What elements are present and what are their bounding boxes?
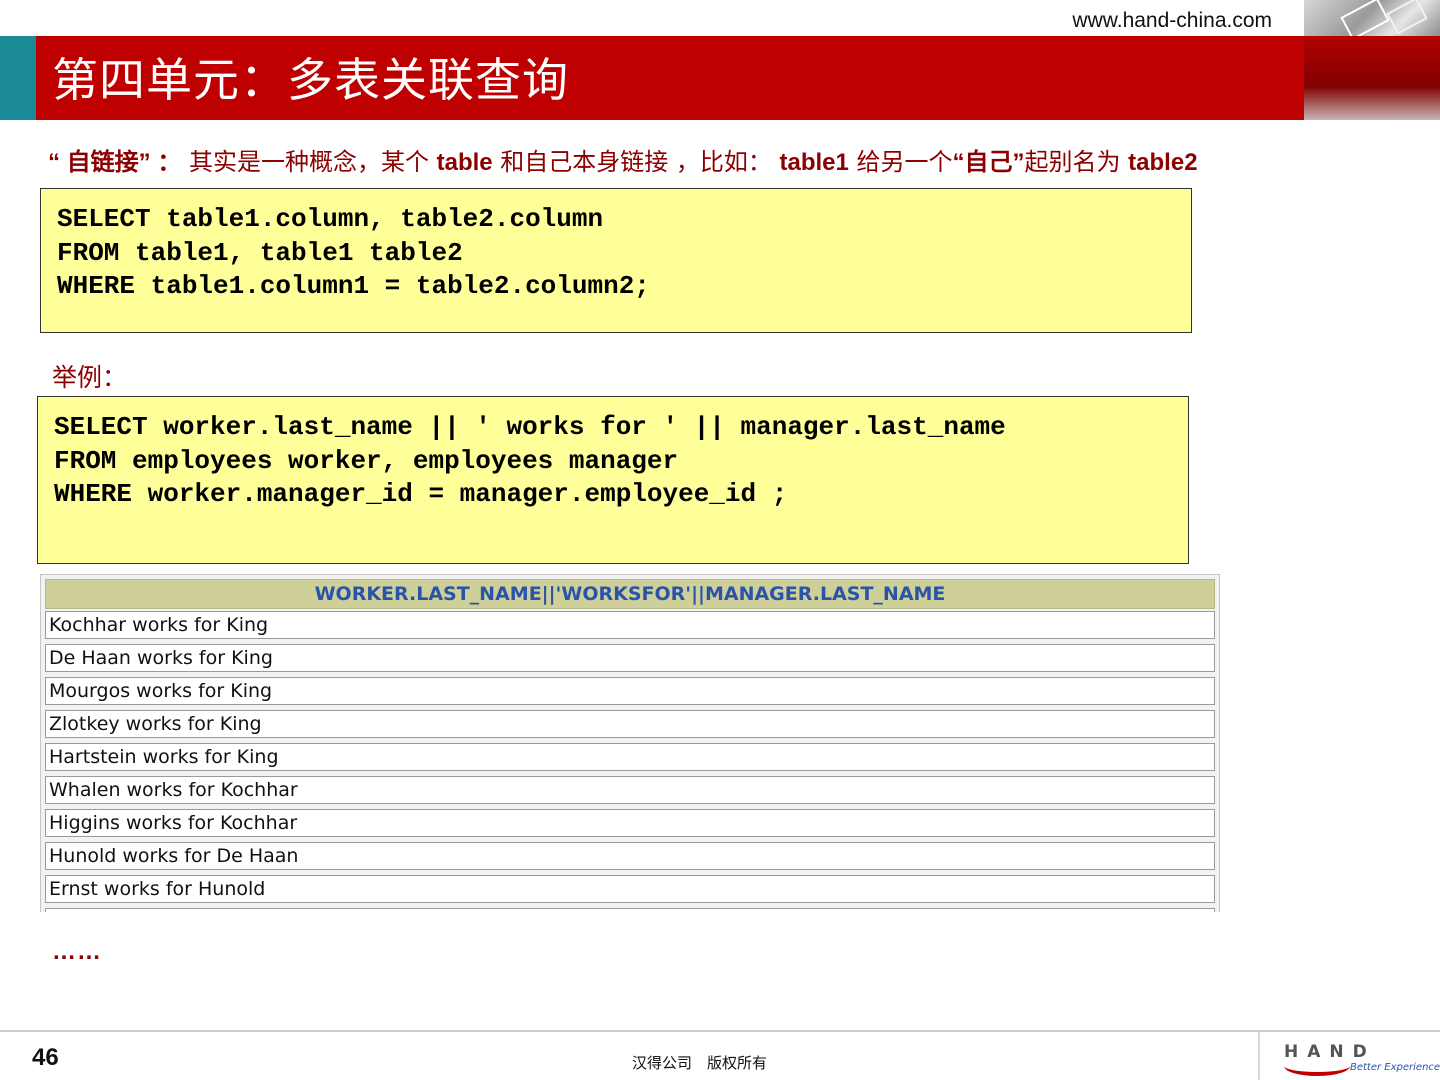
website-url: www.hand-china.com (1072, 9, 1272, 32)
logo-tagline: Better Experience (1350, 1062, 1440, 1073)
continuation-ellipsis: …… (52, 938, 102, 965)
footer-divider (0, 1030, 1440, 1032)
slide-title: 第四单元：多表关联查询 (52, 53, 569, 107)
table-row: Mourgos works for King (45, 677, 1215, 705)
copyright-notice: 汉得公司 版权所有 (632, 1054, 768, 1072)
hand-logo: HAND Better Experience (1280, 1040, 1440, 1076)
table-row: Whalen works for Kochhar (45, 776, 1215, 804)
code-line: SELECT table1.column, table2.column (57, 204, 604, 234)
table-row: Ernst works for Hunold (45, 875, 1215, 903)
intro-paragraph: “ 自链接” ： 其实是一种概念，某个 table 和自己本身链接 ，比如： t… (48, 148, 1198, 176)
code-line: WHERE table1.column1 = table2.column2; (57, 271, 650, 301)
code-line: WHERE worker.manager_id = manager.employ… (54, 479, 788, 509)
example-label: 举例： (52, 363, 128, 392)
table-row: Kochhar works for King (45, 611, 1215, 639)
table-row: De Haan works for King (45, 644, 1215, 672)
code-line: FROM employees worker, employees manager (54, 445, 679, 476)
result-column-header: WORKER.LAST_NAME||'WORKSFOR'||MANAGER.LA… (45, 579, 1215, 609)
code-line: FROM table1, table1 table2 (57, 237, 463, 268)
banner-image-strip (1304, 36, 1440, 120)
table-row-partial (45, 908, 1215, 912)
page-number: 46 (32, 1044, 59, 1071)
example-code-box: SELECT worker.last_name || ' works for '… (37, 396, 1189, 564)
table-row: Hartstein works for King (45, 743, 1215, 771)
table-row: Zlotkey works for King (45, 710, 1215, 738)
code-line: SELECT worker.last_name || ' works for '… (54, 412, 1006, 442)
table-row: Hunold works for De Haan (45, 842, 1215, 870)
table-row: Higgins works for Kochhar (45, 809, 1215, 837)
banner-accent (0, 36, 36, 120)
logo-swoosh-icon (1284, 1056, 1350, 1076)
footer-separator (1258, 1032, 1260, 1080)
keyboard-image (1304, 0, 1440, 36)
query-result-table: WORKER.LAST_NAME||'WORKSFOR'||MANAGER.LA… (40, 574, 1220, 912)
syntax-code-box: SELECT table1.column, table2.column FROM… (40, 188, 1192, 333)
term-label: “ 自链接” ： (48, 149, 182, 176)
